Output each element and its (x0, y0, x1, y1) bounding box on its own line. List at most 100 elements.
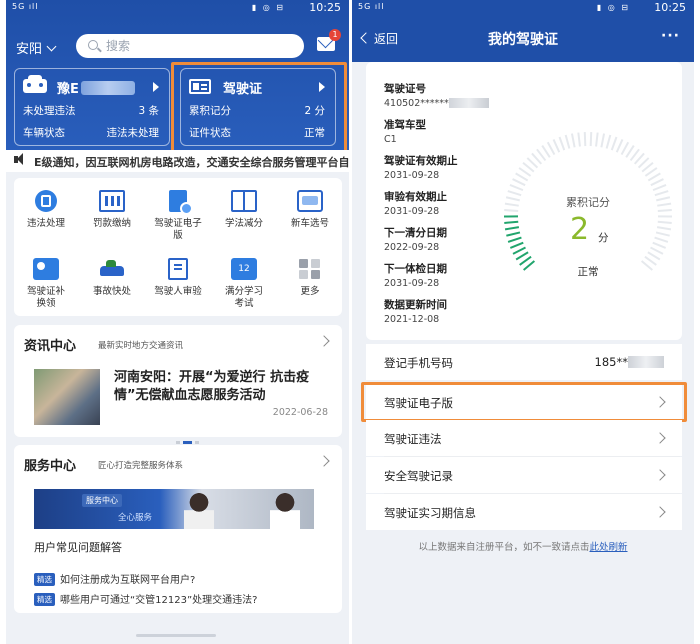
gauge-tick (657, 220, 672, 224)
gauge-tick (515, 172, 529, 182)
gauge-tick (657, 209, 672, 213)
city-selector[interactable]: 安阳 (16, 38, 57, 57)
menu-probation-info[interactable]: 驾驶证实习期信息 (366, 494, 682, 530)
gauge-tick (526, 157, 539, 169)
screenshot: 5G ıll ▮ ◎ ⊟ 10:25 安阳 1 豫E (0, 0, 700, 644)
search-row: 安阳 1 (6, 29, 349, 60)
gauge-tick (615, 138, 624, 153)
license-detail-card: 驾驶证号 410502****** 准驾车型 C1 驾驶证有效期止 2031-09-… (366, 62, 682, 340)
redacted-plate (80, 80, 135, 95)
service-fine-payment[interactable]: 罚款缴纳 (80, 190, 144, 230)
agent-photo (184, 491, 214, 529)
vehicle-card[interactable]: 豫E 未处理违法 3 条 车辆状态 违法未处理 (14, 68, 170, 146)
featured-tag: 精选 (34, 572, 55, 586)
service-center: 服务中心 匠心打造完整服务体系 服务中心 全心服务 用户常见问题解答 精选 如何注… (14, 445, 342, 613)
news-headline[interactable]: 河南安阳：开展“为爱逆行 抗击疫情”无偿献血志愿服务活动 (114, 369, 332, 405)
gauge-tick (577, 132, 581, 147)
gauge-tick (509, 184, 524, 192)
gauge-value: 2 (570, 212, 590, 247)
plate-icon (297, 190, 323, 212)
more-icon[interactable]: ··· (661, 28, 680, 44)
gauge-tick (647, 251, 661, 261)
service-license-renew[interactable]: 驾驶证补换领 (14, 258, 78, 310)
receipt-icon (99, 190, 125, 212)
gauge-tick (650, 246, 664, 255)
grid-icon (297, 258, 323, 280)
gauge-tick (629, 148, 640, 162)
service-banner[interactable]: 服务中心 全心服务 (34, 489, 314, 529)
notice-marquee[interactable]: E级通知，因互联网机房电路改造，交通安全综合服务管理平台自 (6, 150, 349, 172)
gauge-tick (605, 134, 612, 149)
chevron-right-icon[interactable] (318, 335, 330, 347)
gauge-label: 累积记分 (566, 196, 610, 209)
faq-item[interactable]: 精选 哪些用户可通过“交管12123”处理交通违法? (34, 591, 257, 607)
gauge-tick (644, 167, 658, 177)
gauge-tick (652, 241, 667, 249)
car-icon (23, 75, 47, 93)
agent-photo (270, 491, 300, 529)
gauge-tick (531, 152, 543, 165)
field-review-expiry: 审验有效期止 2031-09-28 (384, 191, 447, 217)
gauge-tick (512, 178, 526, 187)
phone-number-row: 登记手机号码 185** (366, 344, 682, 380)
gauge-tick (652, 184, 667, 192)
gauge-tick (504, 209, 519, 213)
gauge-tick (512, 246, 526, 255)
gauge-tick (633, 152, 645, 165)
arrow-right-icon (153, 82, 159, 92)
gauge-tick (647, 172, 661, 182)
gauge-tick (504, 226, 520, 231)
search-bar[interactable] (76, 34, 304, 58)
redacted-phone (628, 355, 664, 368)
gauge-tick (650, 178, 664, 187)
speaker-icon (14, 153, 23, 165)
gauge-tick (625, 145, 635, 158)
gauge-tick (583, 132, 587, 147)
chevron-down-icon (46, 41, 57, 52)
gauge-tick (600, 133, 606, 148)
field-license-number: 驾驶证号 410502****** (384, 82, 489, 111)
gauge-tick (522, 161, 535, 173)
menu-license-violation[interactable]: 驾驶证违法 (366, 420, 682, 456)
license-screen: 5G ıll ▮ ◎ ⊟ 10:25 返回 我的驾驶证 ··· 驾驶证号 410… (352, 0, 694, 644)
service-study-deduct[interactable]: 学法减分 (212, 190, 276, 230)
service-driver-review[interactable]: 驾驶人审验 (146, 258, 210, 298)
gauge-tick (656, 226, 672, 231)
home-screen: 5G ıll ▮ ◎ ⊟ 10:25 安阳 1 豫E (6, 0, 349, 644)
book-icon (231, 190, 257, 212)
gauge-tick (654, 236, 669, 243)
service-more[interactable]: 更多 (278, 258, 342, 298)
field-vehicle-class: 准驾车型 C1 (384, 119, 426, 145)
search-icon (88, 40, 98, 50)
notice-text: E级通知，因互联网机房电路改造，交通安全综合服务管理平台自 (34, 156, 349, 169)
e-license-icon (169, 190, 193, 215)
gauge-tick (589, 132, 593, 147)
gauge-unit: 分 (598, 232, 609, 244)
highlight-frame (171, 62, 347, 154)
car-accident-icon (98, 258, 126, 280)
home-indicator (136, 634, 216, 637)
refresh-link[interactable]: 此处刷新 (590, 542, 628, 553)
menu-safe-driving-record[interactable]: 安全驾驶记录 (366, 457, 682, 493)
mail-icon[interactable]: 1 (317, 29, 341, 51)
news-thumbnail[interactable] (34, 369, 100, 425)
faq-item[interactable]: 精选 如何注册成为互联网平台用户? (34, 571, 195, 587)
news-center-title: 资讯中心 (24, 339, 77, 354)
chevron-right-icon[interactable] (318, 455, 330, 467)
field-update-time: 数据更新时间 2021-12-08 (384, 299, 447, 325)
points-gauge: 累积记分 2 分 正常 (500, 128, 676, 304)
search-input[interactable] (106, 37, 286, 55)
service-new-plate[interactable]: 新车选号 (278, 190, 342, 230)
phone-number-value: 185** (595, 355, 664, 369)
service-e-license[interactable]: 驾驶证电子版 (146, 190, 210, 242)
service-full-score-study[interactable]: 12 满分学习考试 (212, 258, 276, 310)
gauge-tick (637, 157, 650, 169)
renew-icon (33, 258, 59, 280)
chevron-right-icon (654, 432, 666, 444)
city-name: 安阳 (16, 42, 43, 57)
service-illegal-handling[interactable]: 违法处理 (14, 190, 78, 230)
service-accident[interactable]: 事故快处 (80, 258, 144, 298)
violation-row: 未处理违法 3 条 (23, 105, 159, 117)
chevron-right-icon (654, 506, 666, 518)
gauge-tick (620, 141, 630, 156)
